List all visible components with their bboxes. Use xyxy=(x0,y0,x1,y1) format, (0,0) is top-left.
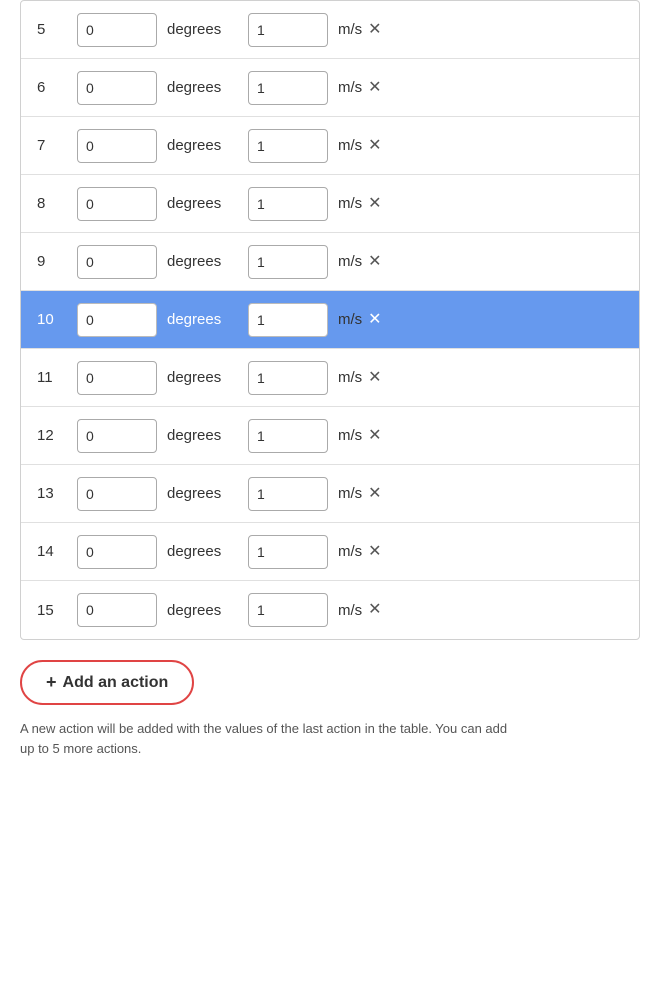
table-row: 14 degrees m/s ✕ xyxy=(21,523,639,581)
delete-row-button[interactable]: ✕ xyxy=(366,486,383,502)
table-row: 8 degrees m/s ✕ xyxy=(21,175,639,233)
angle-input[interactable] xyxy=(77,419,157,453)
speed-input[interactable] xyxy=(248,477,328,511)
angle-unit-label: degrees xyxy=(167,602,232,619)
speed-input[interactable] xyxy=(248,13,328,47)
delete-row-button[interactable]: ✕ xyxy=(366,428,383,444)
add-action-button[interactable]: + Add an action xyxy=(20,660,194,705)
speed-unit-label: m/s xyxy=(338,311,362,328)
angle-input[interactable] xyxy=(77,187,157,221)
row-number: 12 xyxy=(37,427,77,444)
speed-unit-label: m/s xyxy=(338,21,362,38)
angle-unit-label: degrees xyxy=(167,253,232,270)
speed-unit-label: m/s xyxy=(338,427,362,444)
angle-unit-label: degrees xyxy=(167,79,232,96)
actions-table: 5 degrees m/s ✕ 6 degrees m/s ✕ 7 degree… xyxy=(20,0,640,640)
add-action-label: Add an action xyxy=(63,674,169,692)
table-row: 12 degrees m/s ✕ xyxy=(21,407,639,465)
speed-unit-label: m/s xyxy=(338,137,362,154)
delete-row-button[interactable]: ✕ xyxy=(366,80,383,96)
angle-unit-label: degrees xyxy=(167,427,232,444)
speed-input[interactable] xyxy=(248,129,328,163)
speed-input[interactable] xyxy=(248,71,328,105)
speed-unit-label: m/s xyxy=(338,543,362,560)
angle-input[interactable] xyxy=(77,535,157,569)
row-number: 10 xyxy=(37,311,77,328)
table-row: 13 degrees m/s ✕ xyxy=(21,465,639,523)
speed-unit-label: m/s xyxy=(338,602,362,619)
angle-unit-label: degrees xyxy=(167,195,232,212)
angle-unit-label: degrees xyxy=(167,369,232,386)
plus-icon: + xyxy=(46,672,57,693)
angle-input[interactable] xyxy=(77,303,157,337)
row-number: 6 xyxy=(37,79,77,96)
speed-input[interactable] xyxy=(248,593,328,627)
speed-unit-label: m/s xyxy=(338,195,362,212)
table-row: 7 degrees m/s ✕ xyxy=(21,117,639,175)
table-row: 11 degrees m/s ✕ xyxy=(21,349,639,407)
angle-input[interactable] xyxy=(77,593,157,627)
angle-input[interactable] xyxy=(77,71,157,105)
angle-input[interactable] xyxy=(77,245,157,279)
hint-text: A new action will be added with the valu… xyxy=(20,719,520,758)
delete-row-button[interactable]: ✕ xyxy=(366,22,383,38)
delete-row-button[interactable]: ✕ xyxy=(366,138,383,154)
angle-input[interactable] xyxy=(77,361,157,395)
speed-unit-label: m/s xyxy=(338,485,362,502)
angle-input[interactable] xyxy=(77,477,157,511)
angle-unit-label: degrees xyxy=(167,311,232,328)
delete-row-button[interactable]: ✕ xyxy=(366,602,383,618)
row-number: 13 xyxy=(37,485,77,502)
speed-input[interactable] xyxy=(248,303,328,337)
speed-input[interactable] xyxy=(248,535,328,569)
main-container: 5 degrees m/s ✕ 6 degrees m/s ✕ 7 degree… xyxy=(0,0,660,995)
speed-input[interactable] xyxy=(248,361,328,395)
speed-unit-label: m/s xyxy=(338,253,362,270)
row-number: 11 xyxy=(37,369,77,386)
row-number: 7 xyxy=(37,137,77,154)
row-number: 14 xyxy=(37,543,77,560)
table-row: 6 degrees m/s ✕ xyxy=(21,59,639,117)
delete-row-button[interactable]: ✕ xyxy=(366,370,383,386)
delete-row-button[interactable]: ✕ xyxy=(366,544,383,560)
table-row: 15 degrees m/s ✕ xyxy=(21,581,639,639)
speed-unit-label: m/s xyxy=(338,369,362,386)
speed-input[interactable] xyxy=(248,419,328,453)
speed-unit-label: m/s xyxy=(338,79,362,96)
angle-unit-label: degrees xyxy=(167,21,232,38)
row-number: 9 xyxy=(37,253,77,270)
table-row: 5 degrees m/s ✕ xyxy=(21,1,639,59)
angle-input[interactable] xyxy=(77,13,157,47)
speed-input[interactable] xyxy=(248,245,328,279)
speed-input[interactable] xyxy=(248,187,328,221)
delete-row-button[interactable]: ✕ xyxy=(366,312,383,328)
delete-row-button[interactable]: ✕ xyxy=(366,196,383,212)
angle-input[interactable] xyxy=(77,129,157,163)
row-number: 5 xyxy=(37,21,77,38)
row-number: 15 xyxy=(37,602,77,619)
table-row: 10 degrees m/s ✕ xyxy=(21,291,639,349)
row-number: 8 xyxy=(37,195,77,212)
angle-unit-label: degrees xyxy=(167,137,232,154)
angle-unit-label: degrees xyxy=(167,485,232,502)
table-row: 9 degrees m/s ✕ xyxy=(21,233,639,291)
delete-row-button[interactable]: ✕ xyxy=(366,254,383,270)
angle-unit-label: degrees xyxy=(167,543,232,560)
